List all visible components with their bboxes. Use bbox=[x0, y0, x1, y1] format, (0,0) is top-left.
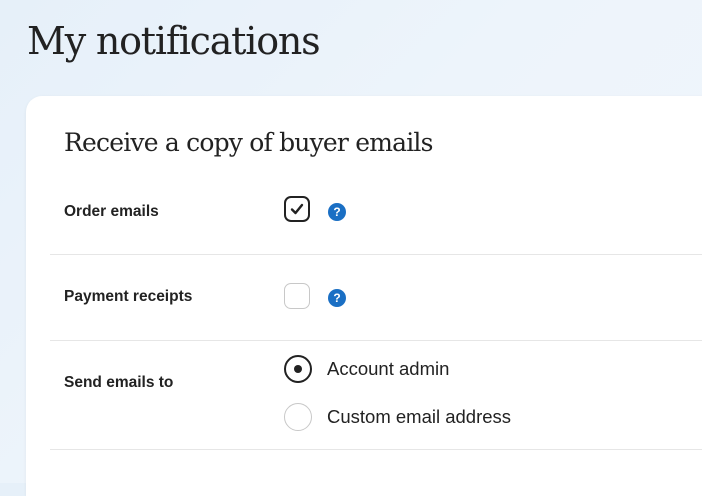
payment-receipts-label: Payment receipts bbox=[64, 288, 193, 305]
payment-receipts-help-icon[interactable]: ? bbox=[328, 289, 346, 307]
notifications-card: Receive a copy of buyer emails Order ema… bbox=[26, 96, 702, 496]
account-admin-radio[interactable] bbox=[284, 355, 312, 383]
order-emails-help-icon[interactable]: ? bbox=[328, 203, 346, 221]
section-title: Receive a copy of buyer emails bbox=[64, 128, 433, 157]
custom-email-label[interactable]: Custom email address bbox=[327, 406, 511, 428]
order-emails-label: Order emails bbox=[64, 203, 159, 220]
payment-receipts-checkbox[interactable] bbox=[284, 283, 310, 309]
payment-receipts-row: Payment receipts ? bbox=[50, 255, 702, 341]
order-emails-checkbox[interactable] bbox=[284, 196, 310, 222]
order-emails-row: Order emails ? bbox=[50, 182, 702, 255]
account-admin-label[interactable]: Account admin bbox=[327, 358, 449, 380]
send-emails-to-label: Send emails to bbox=[64, 374, 174, 391]
checkmark-icon bbox=[290, 203, 304, 215]
send-emails-to-row: Send emails to Account admin Custom emai… bbox=[50, 341, 702, 450]
custom-email-radio[interactable] bbox=[284, 403, 312, 431]
page-title: My notifications bbox=[27, 19, 321, 63]
